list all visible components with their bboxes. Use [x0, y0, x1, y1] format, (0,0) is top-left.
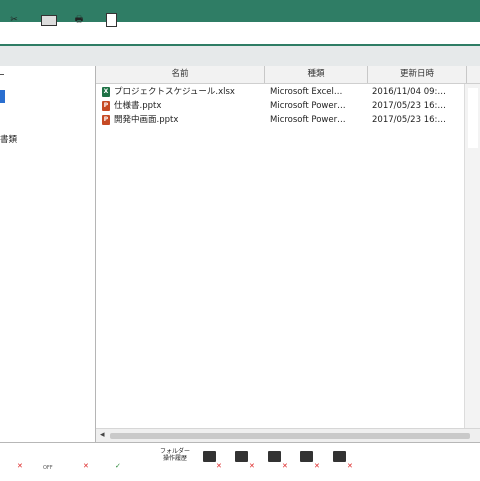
disabled-mark-icon: ✕	[17, 462, 23, 470]
selected-folder-icon[interactable]	[0, 90, 5, 103]
file-name: プロジェクトスケジュール.xlsx	[114, 87, 235, 97]
scroll-left-arrow-icon[interactable]: ◂	[100, 430, 105, 440]
file-type: Microsoft Power…	[270, 115, 346, 125]
file-name: 開発中画面.pptx	[114, 115, 179, 125]
print-button[interactable]: 🖶	[68, 6, 90, 34]
move-icon[interactable]	[203, 451, 216, 462]
column-header-type[interactable]: 種類	[265, 66, 368, 83]
toolbar-strip	[0, 46, 480, 66]
horizontal-scrollbar[interactable]: ◂	[96, 428, 480, 443]
cut-button[interactable]: ✂	[3, 6, 25, 34]
delete-icon[interactable]	[300, 451, 313, 462]
list-header: 名前 種類 更新日時	[96, 66, 480, 84]
powerpoint-file-icon: P	[102, 115, 110, 125]
archive-icon[interactable]	[333, 451, 346, 462]
disabled-mark-icon: ✕	[249, 462, 255, 470]
horizontal-scroll-thumb[interactable]	[110, 433, 470, 439]
file-type: Microsoft Power…	[270, 101, 346, 111]
table-row[interactable]: P 開発中画面.pptx Microsoft Power… 2017/05/23…	[96, 113, 480, 127]
column-header-date[interactable]: 更新日時	[368, 66, 467, 83]
scroll-thumb[interactable]	[468, 88, 478, 148]
copy-icon[interactable]	[268, 451, 281, 462]
column-header-name[interactable]: 名前	[96, 66, 265, 83]
file-list-pane[interactable]: 名前 種類 更新日時 X プロジェクトスケジュール.xlsx Microsoft…	[96, 66, 480, 442]
vertical-scrollbar[interactable]	[464, 84, 480, 442]
scissors-icon: ✂	[10, 15, 18, 25]
disabled-mark-icon: ✕	[347, 462, 353, 470]
excel-file-icon: X	[102, 87, 110, 97]
disabled-mark-icon: ✕	[216, 462, 222, 470]
table-row[interactable]: P 仕様書.pptx Microsoft Power… 2017/05/23 1…	[96, 99, 480, 113]
powerpoint-file-icon: P	[102, 101, 110, 111]
printer-icon: 🖶	[74, 15, 84, 25]
file-date: 2017/05/23 16:…	[372, 101, 446, 111]
table-row[interactable]: X プロジェクトスケジュール.xlsx Microsoft Excel… 201…	[96, 85, 480, 99]
document-icon	[105, 13, 117, 27]
tree-item-label[interactable]: 書類	[0, 133, 17, 145]
folder-history-label[interactable]: フォルダー 操作履歴	[155, 448, 195, 462]
tree-branch-line	[0, 74, 4, 75]
display-icon	[41, 14, 57, 26]
confirm-button[interactable]	[100, 6, 122, 34]
swap-icon[interactable]	[235, 451, 248, 462]
file-type: Microsoft Excel…	[270, 87, 343, 97]
check-mark-icon: ✓	[115, 462, 121, 470]
disabled-mark-icon: ✕	[282, 462, 288, 470]
disabled-mark-icon: ✕	[314, 462, 320, 470]
file-date: 2016/11/04 09:…	[372, 87, 446, 97]
disabled-mark-icon: ✕	[83, 462, 89, 470]
file-name: 仕様書.pptx	[114, 101, 162, 111]
toggle-off-button[interactable]	[38, 6, 60, 34]
file-date: 2017/05/23 16:…	[372, 115, 446, 125]
off-label: OFF	[43, 465, 53, 471]
folder-history-text: フォルダー 操作履歴	[159, 448, 190, 462]
folder-tree[interactable]: 書類	[0, 66, 96, 442]
